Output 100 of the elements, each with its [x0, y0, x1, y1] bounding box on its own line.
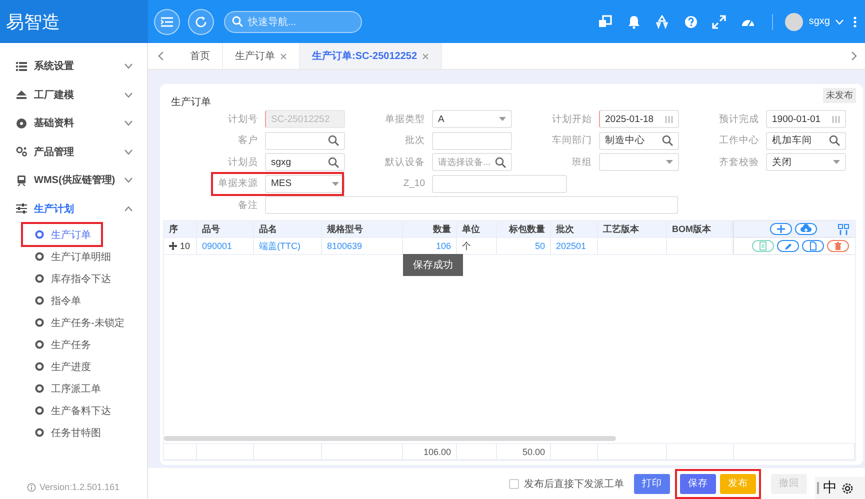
chevron-left-icon[interactable]	[158, 51, 164, 61]
ime-mode[interactable]: 中	[823, 479, 837, 497]
search-icon	[328, 135, 339, 146]
field-label: 客户	[238, 134, 258, 147]
circle-icon	[35, 318, 44, 327]
nav-item[interactable]: 生产进度	[23, 356, 101, 377]
tab[interactable]: 生产订单:SC-25012252	[300, 43, 442, 69]
chevron-right-icon[interactable]	[851, 51, 857, 61]
chevron-up-icon	[124, 206, 133, 212]
delete-button[interactable]	[827, 240, 849, 252]
field-label: 批次	[405, 134, 425, 147]
form-title: 生产订单	[171, 96, 211, 109]
nav-item[interactable]: 库存指令下达	[23, 268, 115, 289]
input-field[interactable]: sgxg	[265, 153, 345, 171]
version-text: Version:1.2.501.161	[39, 482, 120, 492]
nav-group-item[interactable]: WMS(供应链管理)	[0, 166, 147, 194]
train-icon	[16, 174, 27, 186]
disc-icon	[16, 118, 27, 129]
input-field[interactable]	[265, 132, 345, 150]
fullscreen-icon[interactable]	[712, 14, 726, 28]
refresh-button[interactable]	[188, 8, 214, 34]
status-badge: 未发布	[823, 88, 856, 103]
nav-item[interactable]: 生产备料下达	[23, 400, 115, 421]
copy-button[interactable]	[752, 240, 774, 252]
column-header: 数量	[403, 221, 457, 237]
help-icon[interactable]	[684, 14, 698, 28]
close-icon[interactable]	[280, 52, 287, 60]
field-label: 工作中心	[719, 134, 759, 147]
file-button[interactable]	[802, 240, 824, 252]
chevron-down-icon	[835, 18, 844, 24]
field-label: 预计完成	[719, 112, 759, 126]
app-logo: 易智造	[6, 10, 60, 34]
nav-group-item[interactable]: 生产计划	[0, 194, 147, 223]
input-field[interactable]: 2025-01-18	[599, 110, 679, 128]
circle-icon	[35, 230, 44, 239]
add-button[interactable]	[770, 223, 792, 235]
chevron-down-icon	[124, 63, 133, 70]
settings-icon[interactable]	[841, 482, 854, 494]
circle-icon	[35, 406, 44, 415]
column-header: 单位	[457, 221, 497, 237]
dropdown-icon	[332, 182, 339, 186]
input-field[interactable]	[265, 196, 678, 214]
total-cell: 106.00	[423, 446, 451, 456]
menu-icon	[161, 16, 173, 26]
nav-item[interactable]: 指令单	[23, 290, 101, 311]
document-icon	[757, 241, 769, 251]
chevron-down-icon	[124, 120, 133, 126]
field-label: 齐套校验	[719, 156, 759, 168]
nav-group-item[interactable]: 基础资料	[0, 109, 147, 138]
nav-item[interactable]: 生产订单明细	[23, 246, 115, 267]
field-label: 计划员	[228, 156, 258, 168]
bell-icon[interactable]	[626, 14, 641, 28]
nav-item[interactable]: 工序派工单	[23, 378, 105, 399]
avatar[interactable]	[784, 12, 803, 30]
table-cell: 10	[180, 241, 190, 251]
input-field[interactable]: 1900-01-01	[766, 110, 846, 128]
chevron-down-icon	[124, 177, 133, 184]
action-button[interactable]: 保存	[680, 474, 716, 494]
tab[interactable]: 首页	[178, 43, 223, 69]
dropdown-icon	[833, 160, 840, 164]
eject-icon	[16, 89, 27, 100]
nav-item[interactable]: 生产任务-未锁定	[23, 312, 128, 333]
input-field[interactable]	[432, 132, 512, 150]
input-field[interactable]	[599, 153, 679, 171]
gears-icon	[16, 146, 27, 158]
nav-item[interactable]: 生产订单	[23, 224, 101, 245]
chevron-down-icon	[124, 148, 133, 155]
upload-button[interactable]	[795, 223, 817, 235]
table-cell: 个	[462, 240, 471, 252]
nav-group-item[interactable]: 工厂建模	[0, 80, 147, 109]
search-icon	[495, 156, 506, 168]
windows-icon[interactable]	[598, 14, 612, 28]
circle-icon	[35, 384, 44, 393]
horizontal-scrollbar[interactable]	[164, 436, 616, 441]
columns-icon[interactable]	[838, 224, 849, 234]
input-field[interactable]: 机加车间	[766, 132, 846, 150]
action-button[interactable]: 打印	[634, 474, 670, 494]
input-field[interactable]: 制造中心	[599, 132, 679, 150]
plus-icon	[775, 224, 787, 234]
input-field[interactable]	[432, 174, 567, 192]
toast-message: 保存成功	[403, 254, 463, 276]
column-header: 批次	[551, 221, 598, 237]
nav-group-item[interactable]: 产品管理	[0, 138, 147, 166]
close-icon[interactable]	[422, 52, 430, 60]
more-icon[interactable]	[853, 16, 857, 28]
input-field[interactable]: A	[432, 110, 512, 128]
menu-button[interactable]	[154, 8, 180, 34]
input-field[interactable]: MES	[265, 174, 345, 192]
field-label: 班组	[572, 156, 592, 168]
nav-item[interactable]: 任务甘特图	[23, 422, 105, 443]
checkbox[interactable]	[509, 478, 519, 488]
chevron-down-icon	[124, 92, 133, 98]
field-label: 车间部门	[552, 134, 592, 147]
circle-icon	[35, 274, 44, 283]
input-field[interactable]: 关闭	[766, 153, 846, 171]
nav-group-item[interactable]: 系统设置	[0, 52, 147, 80]
nav-item[interactable]: 生产任务	[23, 334, 101, 355]
column-header: 规格型号	[322, 221, 403, 237]
search-icon	[232, 16, 243, 27]
edit-button[interactable]	[777, 240, 799, 252]
